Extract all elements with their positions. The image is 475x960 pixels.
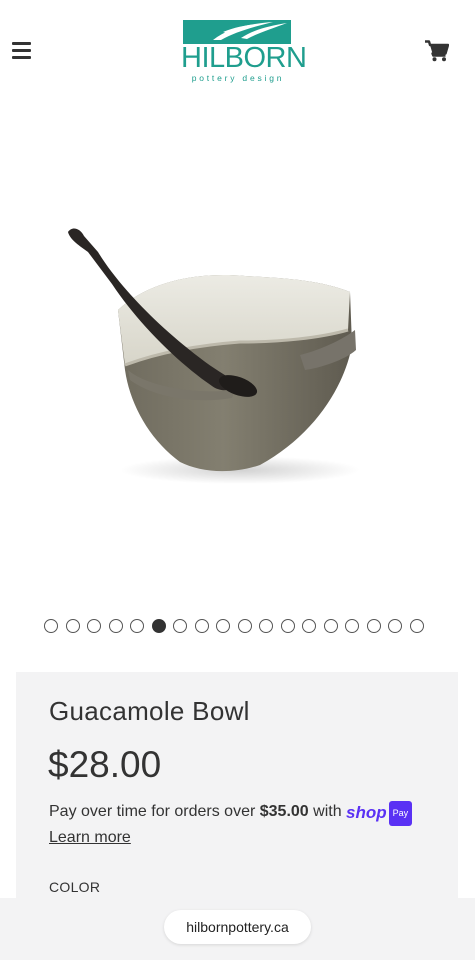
hamburger-menu-icon[interactable] [12, 42, 32, 60]
gallery-dot[interactable] [259, 619, 273, 633]
site-logo[interactable]: HILBORN pottery design [181, 18, 307, 84]
product-price: $28.00 [48, 744, 162, 785]
gallery-dot[interactable] [280, 619, 295, 633]
shoppay-with: with [308, 803, 347, 820]
shopping-cart-icon[interactable] [425, 40, 449, 62]
logo-mark-icon [183, 20, 291, 44]
product-image[interactable] [0, 180, 475, 520]
color-label: COLOR [49, 879, 101, 895]
shop-pay-logo: shop Pay [346, 801, 413, 826]
browser-address-bar: hilbornpottery.ca [0, 898, 475, 960]
gallery-pagination [44, 619, 434, 635]
gallery-dot[interactable] [151, 619, 166, 633]
gallery-dot[interactable] [345, 619, 359, 633]
gallery-dot[interactable] [323, 619, 338, 633]
url-pill[interactable]: hilbornpottery.ca [164, 910, 311, 944]
gallery-dot[interactable] [65, 619, 80, 633]
gallery-dot[interactable] [44, 619, 58, 633]
logo-name: HILBORN [181, 42, 307, 74]
gallery-dot[interactable] [216, 619, 230, 633]
gallery-dot[interactable] [130, 619, 144, 633]
logo-tagline: pottery design [191, 73, 285, 83]
gallery-dot[interactable] [237, 619, 252, 633]
shoppay-installments: Pay over time for orders over $35.00 wit… [49, 800, 429, 849]
gallery-dot[interactable] [194, 619, 209, 633]
learn-more-link[interactable]: Learn more [49, 829, 131, 846]
gallery-dot[interactable] [302, 619, 316, 633]
gallery-dot[interactable] [173, 619, 187, 633]
gallery-dot[interactable] [409, 619, 424, 633]
gallery-dot[interactable] [366, 619, 381, 633]
shoppay-prefix: Pay over time for orders over [49, 803, 260, 820]
shop-word: shop [346, 803, 387, 822]
gallery-dot[interactable] [388, 619, 402, 633]
pay-badge: Pay [388, 801, 413, 826]
site-header: HILBORN pottery design [0, 0, 475, 100]
shoppay-threshold: $35.00 [259, 803, 309, 820]
gallery-dot[interactable] [108, 619, 123, 633]
product-title: Guacamole Bowl [49, 696, 250, 726]
gallery-dot[interactable] [87, 619, 101, 633]
